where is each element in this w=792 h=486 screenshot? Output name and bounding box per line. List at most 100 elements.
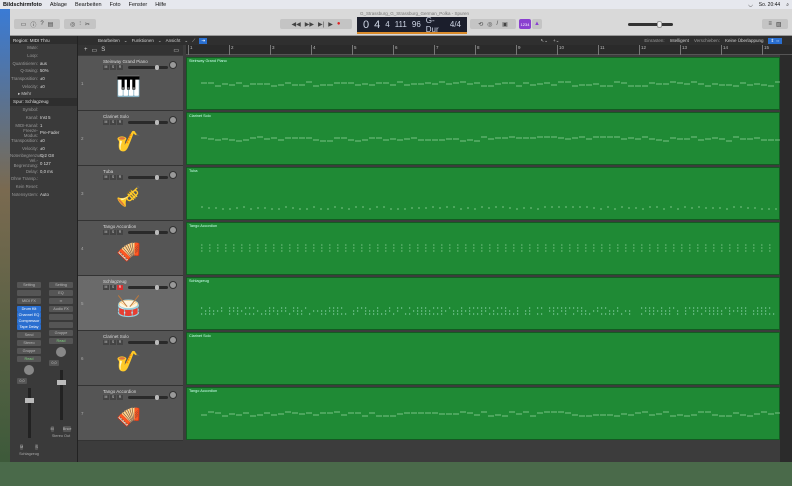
tuner-icon[interactable]: ◎ — [487, 21, 492, 28]
smart-controls-icon[interactable]: ◎ — [70, 21, 75, 28]
inspector-row[interactable]: Ohne Transp.: — [10, 175, 77, 183]
strip-slot[interactable]: Gruppe — [17, 348, 41, 354]
track-name[interactable]: Steinway Grand Piano — [103, 59, 148, 64]
inspector-row[interactable]: Loop: — [10, 52, 77, 60]
midi-region[interactable]: Tango Accordion — [186, 222, 780, 275]
solo-button[interactable]: S — [35, 444, 38, 450]
inspector-row[interactable]: Velocity: ±0 — [10, 144, 77, 152]
track-name[interactable]: Schlagzeug — [103, 279, 127, 284]
inspector-row[interactable]: Q-Swing: 50% — [10, 67, 77, 75]
inspector-row[interactable]: Transposition: ±0 — [10, 137, 77, 145]
pan-knob[interactable] — [56, 347, 66, 357]
snap-select[interactable]: Intelligent — [670, 38, 689, 44]
track-header[interactable]: 7 Tango Accordion MSR 🪗 — [78, 386, 183, 441]
strip-slot[interactable]: Gruppe — [49, 330, 73, 336]
inspector-row[interactable]: Kanal: Inst 5 — [10, 114, 77, 122]
track-volume-slider[interactable] — [128, 285, 168, 290]
volume-fader[interactable] — [24, 388, 34, 438]
forward-button[interactable]: ▶▶ — [305, 21, 314, 28]
mute-button[interactable]: M — [103, 120, 109, 125]
mixer-icon[interactable]: ⫶ — [79, 21, 81, 28]
record-enable-button[interactable]: R — [117, 175, 123, 180]
inspector-row[interactable]: Velocity: ±0 — [10, 82, 77, 90]
mute-button[interactable]: M — [103, 395, 109, 400]
record-enable-button[interactable]: R — [117, 395, 123, 400]
track-header[interactable]: 1 Steinway Grand Piano MSR 🎹 — [78, 56, 183, 111]
list-icon[interactable]: ≡ — [768, 21, 772, 27]
inspector-row[interactable]: Vel.-Begrenzung: 0 127 — [10, 158, 77, 168]
row-value[interactable]: 50% — [40, 68, 49, 73]
rewind-button[interactable]: ◀◀ — [292, 21, 301, 28]
row-value[interactable]: Inst 5 — [40, 115, 51, 120]
pencil-tool[interactable]: +⌄ — [553, 38, 559, 44]
strip-slot[interactable]: MIDI FX — [17, 298, 41, 304]
strip-slot[interactable]: Setting — [17, 282, 41, 288]
solo-button[interactable]: S — [110, 120, 116, 125]
solo-button[interactable]: S — [110, 175, 116, 180]
solo-icon[interactable]: / — [496, 21, 498, 27]
record-enable-button[interactable]: R — [117, 285, 123, 290]
track-header[interactable]: 2 Clarinet Solo MSR 🎷 — [78, 111, 183, 166]
view-buttons[interactable]: ▭ ⓘ? ▤ — [14, 19, 60, 29]
strip-slot[interactable]: Setting — [49, 282, 73, 288]
record-button[interactable]: ● — [337, 21, 341, 27]
duplicate-track-icon[interactable]: ▭ — [92, 47, 98, 54]
plugin-slot[interactable]: Tape Delay — [17, 324, 41, 330]
solo-button[interactable]: S — [110, 340, 116, 345]
strip-slot[interactable] — [49, 322, 73, 328]
view-menu[interactable]: Ansicht — [166, 38, 181, 43]
volume-fader[interactable] — [56, 370, 66, 420]
strip-slot[interactable]: Send — [17, 332, 41, 338]
mute-button[interactable]: M — [103, 175, 109, 180]
midi-region[interactable]: Schlagzeug — [186, 277, 780, 330]
menu-hilfe[interactable]: Hilfe — [155, 2, 166, 8]
midi-region[interactable]: Clarinet Solo — [186, 332, 780, 385]
midi-region[interactable]: Steinway Grand Piano — [186, 57, 781, 110]
inspector-row[interactable]: Quantisieren: aus — [10, 59, 77, 67]
track-header[interactable]: 6 Clarinet Solo MSR 🎷 — [78, 331, 183, 386]
mute-button[interactable]: M — [103, 65, 109, 70]
strip-slot[interactable]: EQ — [49, 290, 73, 296]
s-button[interactable]: S — [101, 47, 105, 53]
cycle-icon[interactable]: ⟲ — [478, 21, 483, 28]
search-icon[interactable]: ⌕ — [786, 2, 789, 8]
plugin-slot[interactable]: Audio FX — [49, 306, 73, 312]
row-value[interactable]: ±0 — [40, 146, 45, 151]
mute-button[interactable]: M — [103, 230, 109, 235]
row-value[interactable]: Auto — [40, 192, 49, 197]
record-enable-button[interactable]: R — [117, 120, 123, 125]
pan-knob[interactable] — [169, 116, 177, 124]
automation-mode[interactable]: Read — [49, 338, 73, 344]
drag-select[interactable]: Keine Überlappung — [725, 38, 764, 44]
zoom-v-icon[interactable]: ⇕ ⇔ — [768, 37, 782, 44]
region-header[interactable]: Region: MIDI Thru — [10, 36, 77, 44]
metronome-icon[interactable]: ▲ — [532, 19, 542, 29]
strip-slot[interactable] — [17, 290, 41, 296]
midi-region[interactable]: Tuba — [186, 167, 780, 220]
record-enable-button[interactable]: R — [117, 230, 123, 235]
track-volume-slider[interactable] — [128, 65, 168, 70]
inspector-row[interactable]: Mute: — [10, 44, 77, 52]
row-value[interactable]: ±0 — [40, 84, 45, 89]
track-volume-slider[interactable] — [128, 340, 168, 345]
pan-knob[interactable] — [169, 171, 177, 179]
to-start-button[interactable]: ▶| — [318, 21, 324, 28]
master-volume-slider[interactable] — [628, 21, 673, 28]
notepad-icon[interactable]: ▨ — [776, 21, 782, 28]
mute-button[interactable]: M — [103, 285, 109, 290]
row-value[interactable]: aus — [40, 61, 47, 66]
more-toggle[interactable]: ▸ Mehr — [10, 90, 77, 98]
solo-button[interactable]: S — [110, 285, 116, 290]
add-track-button[interactable]: + — [84, 47, 88, 53]
vertical-scrollbar[interactable] — [780, 55, 792, 462]
inspector-icon[interactable]: ⓘ — [30, 20, 36, 29]
menu-foto[interactable]: Foto — [110, 2, 121, 8]
solo-button[interactable]: S — [110, 395, 116, 400]
functions-menu[interactable]: Funktionen — [132, 38, 154, 43]
row-value[interactable]: Pre-Fader — [40, 130, 59, 135]
menu-ablage[interactable]: Ablage — [50, 2, 67, 8]
track-header[interactable]: Spur: Schlagzeug — [10, 97, 77, 106]
track-header[interactable]: 3 Tuba MSR 🎺 — [78, 166, 183, 221]
library-icon[interactable]: ▭ — [21, 21, 27, 28]
pointer-tool[interactable]: ↖⌄ — [540, 38, 548, 44]
